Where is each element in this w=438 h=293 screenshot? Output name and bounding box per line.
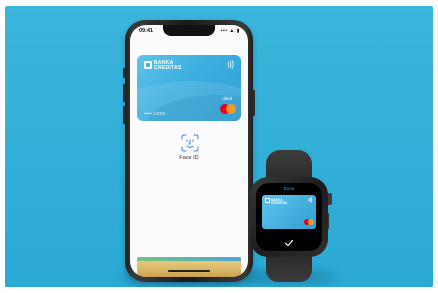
- wallet-card-stack[interactable]: [137, 257, 241, 277]
- done-button[interactable]: Done: [256, 186, 322, 191]
- contactless-icon: [308, 197, 313, 204]
- mastercard-logo-icon: [220, 104, 236, 114]
- notch: [163, 25, 215, 36]
- watch-payment-card: BANKA CREDITAS: [262, 195, 316, 229]
- mastercard-logo-icon: [304, 219, 314, 225]
- status-icons: ••• ▲ ▮: [220, 28, 240, 34]
- bank-name-line2: CREDITAS: [271, 201, 288, 205]
- stacked-card: [137, 261, 241, 277]
- checkmark-icon: [284, 235, 294, 247]
- status-time: 09:41: [139, 28, 154, 34]
- bank-logo-icon: [265, 198, 270, 203]
- contactless-icon: [227, 60, 235, 71]
- image-frame: 09:41 ••• ▲ ▮ BANKA CREDITAS debit •••• …: [0, 0, 438, 293]
- card-type-label: debit: [222, 96, 232, 101]
- bank-name-line2: CREDITAS: [154, 65, 182, 71]
- card-number: •••• 1234: [144, 111, 166, 116]
- face-id-icon: [181, 134, 199, 152]
- volume-down-button: [123, 106, 126, 124]
- face-id-label: Face ID: [179, 155, 199, 161]
- volume-up-button: [123, 84, 126, 102]
- payment-card[interactable]: BANKA CREDITAS debit •••• 1234: [137, 55, 241, 121]
- home-indicator[interactable]: [168, 270, 210, 272]
- iphone: 09:41 ••• ▲ ▮ BANKA CREDITAS debit •••• …: [123, 20, 255, 282]
- mute-switch: [123, 68, 126, 78]
- background-scene: 09:41 ••• ▲ ▮ BANKA CREDITAS debit •••• …: [5, 6, 433, 287]
- bank-logo-icon: [144, 61, 152, 69]
- apple-watch: Done BANKA CREDITAS: [250, 177, 328, 257]
- side-button: [252, 90, 255, 116]
- watch-screen: Done BANKA CREDITAS: [256, 183, 322, 251]
- phone-screen: 09:41 ••• ▲ ▮ BANKA CREDITAS debit •••• …: [130, 25, 248, 277]
